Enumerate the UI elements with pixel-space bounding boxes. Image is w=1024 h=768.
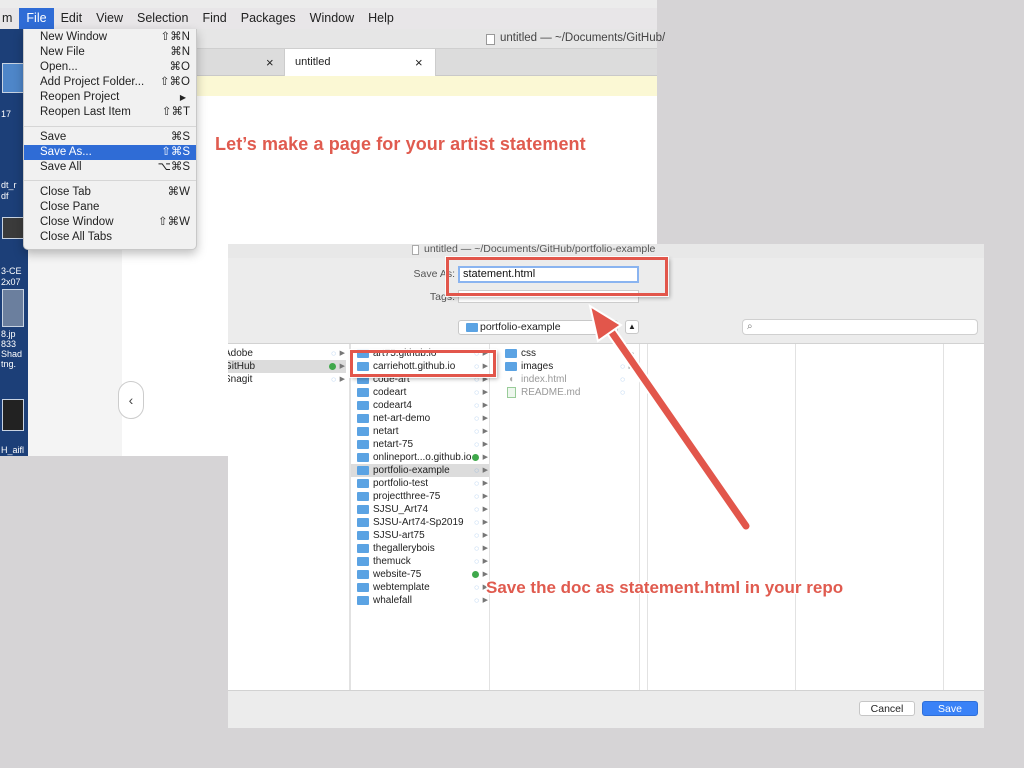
annotation-arrow bbox=[588, 303, 752, 532]
annotation-bottom: Save the doc as statement.html in your r… bbox=[486, 578, 844, 597]
